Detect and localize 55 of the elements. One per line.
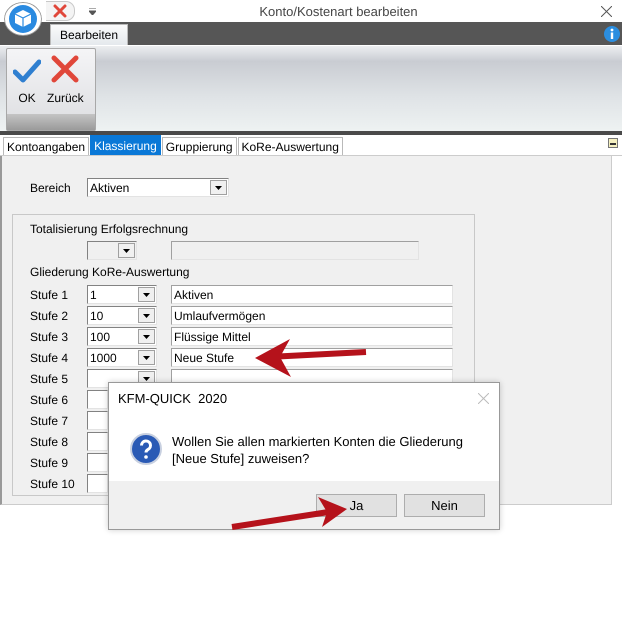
field-label: Stufe 5 (30, 372, 70, 386)
tab[interactable]: Kontoangaben (3, 137, 90, 155)
dropdown-arrow-icon (143, 314, 150, 318)
dropdown-arrow-icon (143, 356, 150, 360)
ribbon-button[interactable]: Zurück (47, 53, 84, 105)
dropdown-field[interactable] (87, 474, 108, 493)
dropdown-field[interactable] (87, 432, 108, 451)
dropdown-field[interactable]: 1 (87, 285, 157, 304)
pin-icon[interactable] (608, 138, 618, 148)
tab[interactable]: KoRe-Auswertung (238, 137, 343, 155)
dropdown-field[interactable] (87, 453, 108, 472)
info-icon[interactable] (604, 26, 620, 42)
dropdown-arrow-icon (215, 186, 222, 190)
tab[interactable]: Klassierung (90, 135, 161, 155)
dropdown-field[interactable]: 100 (87, 327, 157, 346)
dropdown-arrow-icon (143, 292, 150, 296)
field-label: Bereich (30, 180, 72, 194)
dialog-title: KFM-QUICK 2020 (118, 390, 228, 406)
cross-icon (51, 55, 80, 83)
ribbon-button[interactable]: OK (9, 53, 45, 105)
dropdown-arrow-icon[interactable] (89, 8, 96, 14)
dropdown-field[interactable] (87, 411, 108, 430)
text-field[interactable]: Umlaufvermögen (171, 306, 453, 325)
dropdown-arrow-icon (143, 376, 150, 380)
dropdown-field[interactable] (87, 241, 137, 260)
section-label: Totalisierung Erfolgsrechnung (30, 222, 188, 236)
field-label: Stufe 1 (30, 288, 70, 302)
ribbon-tab[interactable]: Bearbeiten (50, 24, 128, 45)
window-title: Konto/Kostenart bearbeiten (258, 4, 419, 18)
close-icon[interactable] (53, 4, 67, 18)
field-label: Stufe 3 (30, 330, 70, 344)
close-icon[interactable] (601, 6, 612, 16)
checkmark-icon (13, 59, 41, 83)
question-icon (130, 433, 162, 465)
dropdown-field[interactable]: 10 (87, 306, 157, 325)
field-label: Stufe 9 (30, 456, 70, 470)
dropdown-arrow-icon (143, 334, 150, 338)
field-label: Stufe 7 (30, 414, 70, 428)
dialog-message: Wollen Sie allen markierten Konten die Gliederung [Neue Stufe] zuweisen? (172, 433, 464, 467)
field-label: Stufe 4 (30, 350, 70, 364)
dropdown-field[interactable]: Aktiven (87, 178, 229, 197)
dropdown-field[interactable]: 1000 (87, 348, 157, 367)
field-label: Stufe 2 (30, 308, 70, 322)
field-label: Stufe 10 (30, 476, 76, 490)
field-label: Stufe 6 (30, 392, 70, 406)
dialog-button[interactable]: Nein (404, 494, 485, 516)
text-field[interactable]: Aktiven (171, 285, 453, 304)
dropdown-field[interactable] (87, 390, 108, 409)
text-field[interactable] (171, 241, 419, 260)
field-label: Stufe 8 (30, 434, 70, 448)
tab[interactable]: Gruppierung (162, 137, 236, 155)
section-label: Gliederung KoRe-Auswertung (30, 265, 190, 279)
dropdown-arrow-icon (123, 248, 130, 252)
app-logo-icon[interactable] (4, 2, 42, 36)
text-field[interactable]: Flüssige Mittel (171, 327, 453, 346)
